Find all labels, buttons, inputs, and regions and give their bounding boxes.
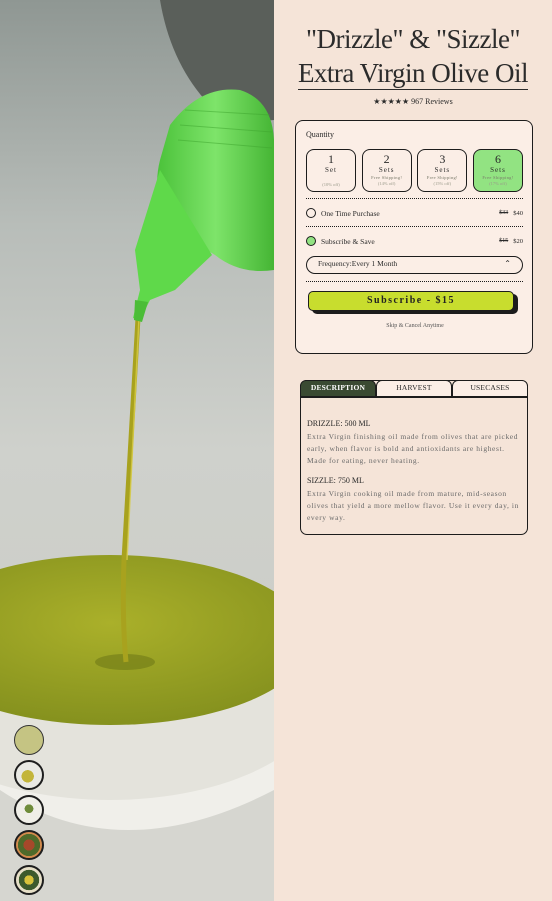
gallery-thumbnail[interactable] xyxy=(14,830,44,860)
skip-cancel-note: Skip & Cancel Anytime xyxy=(386,323,444,329)
product-title-line2: Extra Virgin Olive Oil xyxy=(297,58,529,90)
subscribe-button[interactable]: Subscribe - $15 xyxy=(308,291,514,311)
gallery-thumbnail[interactable] xyxy=(14,760,44,790)
quantity-option-2[interactable]: 2 Sets Free Shipping! (14% off) xyxy=(361,149,412,192)
product-title-line1: "Drizzle" & "Sizzle" xyxy=(305,24,521,54)
quantity-note xyxy=(307,175,355,181)
frequency-label: Frequency: xyxy=(318,259,352,268)
gallery-thumbnails xyxy=(14,725,44,900)
tab-bar: DESCRIPTION HARVEST USECASES xyxy=(300,380,528,397)
subscribe-save-option[interactable]: Subscribe & Save $15 $20 xyxy=(306,234,523,248)
divider xyxy=(301,397,527,398)
product-panel: "Drizzle" & "Sizzle" Extra Virgin Olive … xyxy=(274,0,552,901)
one-time-purchase-option[interactable]: One Time Purchase $33 $40 xyxy=(306,206,523,220)
divider xyxy=(306,226,523,227)
star-rating-icon: ★★★★★ xyxy=(373,97,410,106)
quantity-discount: (17% off) xyxy=(489,181,507,186)
reviews-count: 967 Reviews xyxy=(411,97,453,106)
subscribe-label: Subscribe & Save xyxy=(321,236,375,246)
drizzle-text: Extra Virgin finishing oil made from oli… xyxy=(307,432,519,465)
reviews-summary[interactable]: ★★★★★ 967 Reviews xyxy=(274,97,552,106)
gallery-thumbnail[interactable] xyxy=(14,795,44,825)
quantity-note: Free Shipping! xyxy=(426,175,458,180)
drizzle-heading: DRIZZLE: 500 ML xyxy=(307,419,371,428)
quantity-number: 1 xyxy=(328,152,334,166)
frequency-select[interactable]: Frequency: Every 1 Month ⌃ xyxy=(306,256,523,274)
gallery-thumbnail[interactable] xyxy=(14,725,44,755)
quantity-option-6[interactable]: 6 Sets Free Shipping! (17% off) xyxy=(472,149,523,192)
product-info-tabs: DESCRIPTION HARVEST USECASES DRIZZLE: 50… xyxy=(300,380,528,535)
description-panel: DRIZZLE: 500 ML Extra Virgin finishing o… xyxy=(307,419,523,533)
quantity-discount: (15% off) xyxy=(433,181,452,186)
sizzle-text: Extra Virgin cooking oil made from matur… xyxy=(307,489,519,522)
frequency-value: Every 1 Month xyxy=(351,259,398,268)
quantity-discount: (14% off) xyxy=(377,181,396,186)
price: $40 xyxy=(513,209,523,217)
quantity-option-3[interactable]: 3 Sets Free Shipping! (15% off) xyxy=(417,149,468,192)
quantity-unit: Sets xyxy=(490,166,506,174)
one-time-label: One Time Purchase xyxy=(321,208,380,218)
original-price: $33 xyxy=(499,210,509,216)
tab-harvest[interactable]: HARVEST xyxy=(376,380,452,397)
quantity-label: Quantity xyxy=(306,130,334,139)
gallery-thumbnail[interactable] xyxy=(14,865,44,895)
divider xyxy=(306,281,523,282)
quantity-number: 3 xyxy=(439,152,446,166)
original-price: $15 xyxy=(499,238,509,244)
quantity-options: 1 Set (10% off) 2 Sets Free Shipping! (1… xyxy=(306,149,523,192)
quantity-unit: Set xyxy=(325,166,337,174)
tab-usecases[interactable]: USECASES xyxy=(452,380,528,397)
quantity-discount: (10% off) xyxy=(322,182,340,187)
quantity-unit: Sets xyxy=(434,166,451,174)
quantity-number: 6 xyxy=(494,152,501,166)
tab-description[interactable]: DESCRIPTION xyxy=(300,380,376,397)
radio-button[interactable] xyxy=(306,236,316,246)
chevron-up-icon: ⌃ xyxy=(504,259,511,268)
quantity-note: Free Shipping! xyxy=(482,175,514,180)
quantity-option-1[interactable]: 1 Set (10% off) xyxy=(306,149,356,192)
divider xyxy=(306,198,523,199)
quantity-note: Free Shipping! xyxy=(371,175,403,180)
quantity-unit: Sets xyxy=(378,166,395,174)
radio-button[interactable] xyxy=(306,208,316,218)
product-hero-image xyxy=(0,0,274,901)
price: $20 xyxy=(513,237,523,245)
quantity-number: 2 xyxy=(383,152,390,166)
purchase-box: Quantity 1 Set (10% off) 2 Sets Free Shi… xyxy=(295,120,533,354)
sizzle-heading: SIZZLE: 750 ML xyxy=(307,476,364,485)
